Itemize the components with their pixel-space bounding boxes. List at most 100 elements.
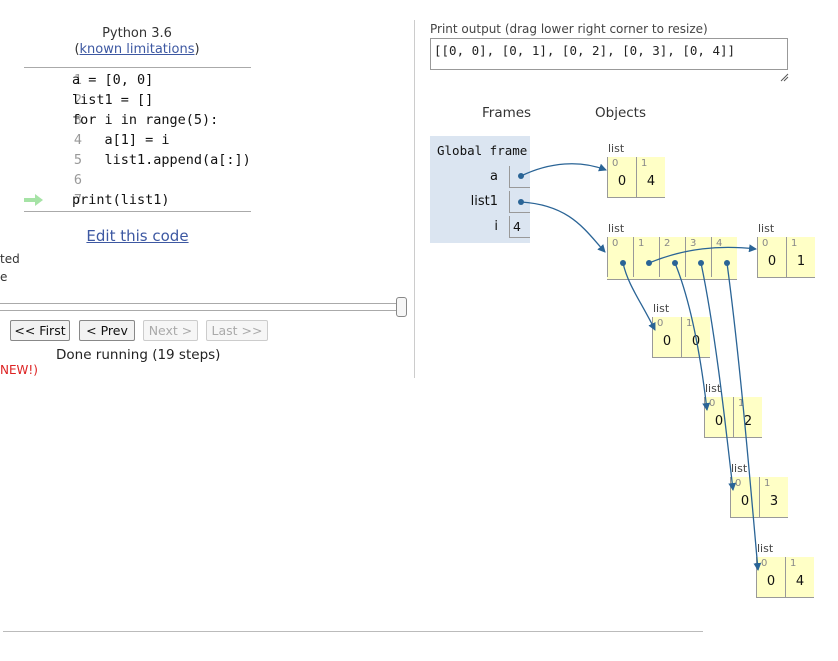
line-number: 6: [73, 172, 82, 188]
cell-value: 0: [766, 574, 776, 589]
code-text: for i in range(5):: [72, 112, 219, 128]
resize-grip-icon[interactable]: [780, 73, 789, 82]
objects-header: Objects: [595, 105, 647, 121]
first-button[interactable]: << First: [10, 320, 70, 341]
prev-button[interactable]: < Prev: [79, 320, 135, 341]
execution-status: Done running (19 steps): [56, 347, 221, 363]
cell-index: 0: [612, 238, 619, 249]
code-line-1: 1 a = [0, 0]: [24, 70, 251, 90]
new-badge: NEW!): [0, 363, 38, 377]
cell-index: 1: [791, 238, 798, 249]
cell-value: 2: [743, 414, 753, 429]
pointer-elem-3: [700, 262, 737, 491]
cell-index: 0: [735, 478, 742, 489]
var-slot-a: [509, 166, 530, 188]
list-cell: 11: [786, 237, 815, 277]
footer-divider: [3, 631, 703, 632]
cell-index: 1: [686, 318, 693, 329]
cell-value: 0: [740, 494, 750, 509]
cell-value: 4: [795, 574, 805, 589]
cell-index: 0: [612, 158, 619, 169]
list-cell: 13: [759, 477, 788, 517]
list-type-label: list: [653, 302, 670, 315]
list-object-list1: 0 1 2 3 4: [607, 237, 737, 280]
current-line-arrow-icon: [24, 194, 43, 206]
cell-index: 0: [761, 558, 768, 569]
var-name-a: a: [490, 169, 498, 184]
list-cell: 12: [733, 397, 762, 437]
code-text: a = [0, 0]: [72, 72, 154, 88]
next-button[interactable]: Next >: [143, 320, 198, 341]
cell-value: 0: [662, 334, 672, 349]
truncated-text: ted: [0, 252, 20, 266]
print-output-text: [[0, 0], [0, 1], [0, 2], [0, 3], [0, 4]]: [434, 43, 736, 58]
truncated-text: e: [0, 270, 8, 284]
code-text: list1.append(a[:]): [72, 152, 251, 168]
cell-index: 1: [738, 398, 745, 409]
code-top-divider: [24, 67, 251, 68]
list-type-label: list: [731, 462, 748, 475]
list-cell: 4: [711, 237, 737, 277]
edit-code-link[interactable]: Edit this code: [24, 227, 251, 245]
list-cell: 1: [633, 237, 659, 277]
code-line-6: 6: [24, 170, 251, 190]
code-line-5: 5 list1.append(a[:]): [24, 150, 251, 170]
cell-index: 1: [790, 558, 797, 569]
cell-index: 0: [657, 318, 664, 329]
cell-index: 2: [664, 238, 671, 249]
pointer-list1: [520, 201, 606, 253]
cell-index: 4: [716, 238, 723, 249]
cell-index: 0: [762, 238, 769, 249]
cell-value: 0: [767, 254, 777, 269]
code-bottom-divider: [24, 211, 251, 212]
cell-value: 0: [617, 174, 627, 189]
list-object-0-2: 00 12: [704, 397, 762, 438]
cell-value: 0: [691, 334, 701, 349]
cell-value: 3: [769, 494, 779, 509]
list-cell: 00: [757, 237, 786, 277]
list-object-a: 00 14: [607, 157, 665, 198]
list-type-label: list: [757, 542, 774, 555]
var-name-i: i: [494, 219, 498, 234]
code-line-7: 7 print(list1): [24, 190, 251, 210]
list-cell: 00: [704, 397, 733, 437]
language-label: Python 3.6: [102, 26, 172, 41]
list-type-label: list: [758, 222, 775, 235]
cell-index: 1: [641, 158, 648, 169]
code-text: a[1] = i: [72, 132, 170, 148]
cell-value: 4: [646, 174, 656, 189]
var-slot-list1: [509, 191, 530, 213]
panel-divider: [414, 20, 415, 378]
known-limitations-link[interactable]: known limitations: [80, 42, 195, 57]
list-type-label: list: [608, 222, 625, 235]
list-cell: 00: [756, 557, 785, 597]
list-object-0-1: 00 11: [757, 237, 815, 278]
list-cell: 00: [652, 317, 681, 357]
cell-value: 0: [714, 414, 724, 429]
known-limitations-line: (known limitations): [24, 42, 250, 57]
list-object-0-0: 00 10: [652, 317, 710, 358]
var-name-list1: list1: [470, 194, 498, 209]
cell-value: 1: [796, 254, 806, 269]
code-text: print(list1): [72, 192, 170, 208]
paren-close: ): [194, 42, 200, 57]
step-slider[interactable]: [0, 303, 405, 311]
last-button[interactable]: Last >>: [206, 320, 268, 341]
cell-index: 1: [764, 478, 771, 489]
list-type-label: list: [608, 142, 625, 155]
list-cell: 14: [785, 557, 814, 597]
list-cell: 10: [681, 317, 710, 357]
code-line-3: 3 for i in range(5):: [24, 110, 251, 130]
step-slider-handle[interactable]: [396, 297, 407, 317]
code-line-2: 2 list1 = []: [24, 90, 251, 110]
code-line-4: 4 a[1] = i: [24, 130, 251, 150]
list-cell: 3: [685, 237, 711, 277]
var-value-i: 4: [513, 219, 521, 234]
cell-index: 1: [638, 238, 645, 249]
cell-index: 3: [690, 238, 697, 249]
list-cell: 00: [730, 477, 759, 517]
list-cell: 14: [636, 157, 665, 197]
list-object-0-4: 00 14: [756, 557, 814, 598]
list-cell: 00: [607, 157, 636, 197]
list-object-0-3: 00 13: [730, 477, 788, 518]
